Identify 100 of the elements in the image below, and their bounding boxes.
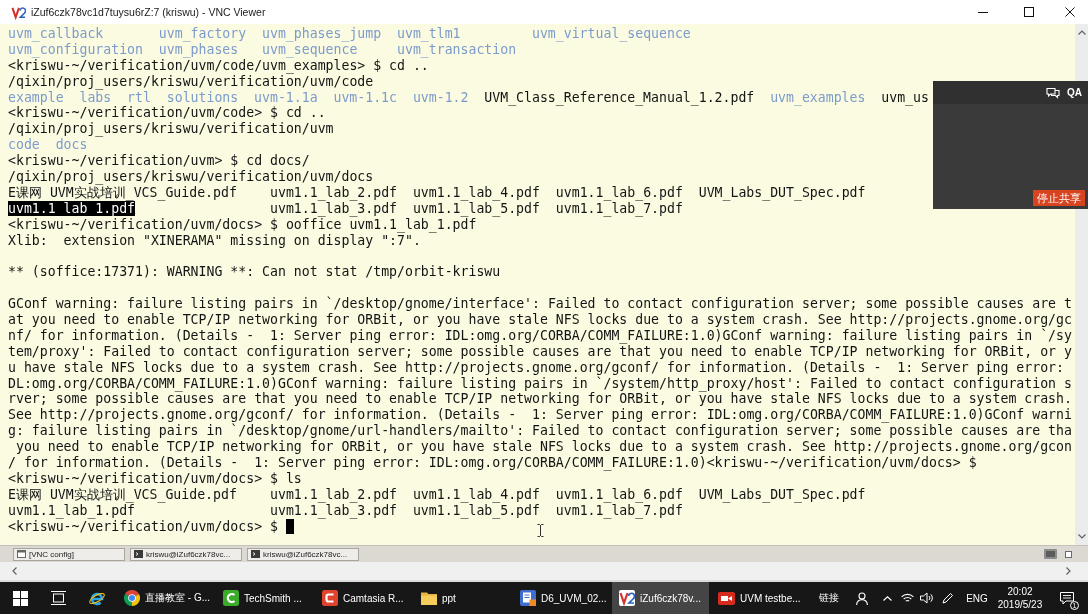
file-name: E课网 UVM实战培训_VCS_Guide.pdf (8, 184, 237, 200)
file-name: uvm1.1_lab_1.pdf (8, 502, 136, 518)
directory-name: uvm-1.1a (254, 89, 318, 105)
terminal-line: <kriswu-~/verification/uvm/docs> $ ooffice uvm1.1_lab_1.pdf (8, 216, 477, 233)
file-name: UVM_Labs_DUT_Spec.pdf (698, 486, 866, 502)
taskbar-app-button[interactable]: iZuf6czk78v... (612, 582, 709, 614)
folder-icon (421, 591, 437, 605)
wifi-icon[interactable] (901, 593, 914, 603)
terminal-line: /qixin/proj_users/kriswu/verification/uvm (8, 121, 334, 138)
terminal-icon (134, 550, 143, 558)
terminal-line: / for information. (Details - 1: Server ping error: IDL:omg.org/CORBA/COMM_FAILURE:1.0)<kriswu-~/verification/uvm/docs> $ (8, 455, 977, 471)
window-list-button[interactable]: kriswu@iZuf6czk78vc... (130, 547, 242, 561)
person-icon[interactable] (856, 591, 868, 605)
terminal-line: Xlib: extension "XINERAMA" missing on display ":7". (8, 232, 421, 249)
file-name: uvm1.1_lab_5.pdf (412, 502, 540, 518)
file-name: uvm1.1_lab_7.pdf (555, 200, 683, 216)
block-cursor-icon (285, 519, 294, 535)
language-button[interactable]: ENG (966, 592, 988, 604)
app-logo-icon (11, 4, 26, 20)
terminal-line: tem/proxy': Failed to contact configuration server; some possible causes are that you need to enable TCP/IP networking for ORBit, or y (8, 343, 1072, 360)
links-toolbar-label[interactable]: 链接 (819, 591, 839, 605)
document-icon (520, 590, 536, 606)
window-icon (17, 550, 26, 558)
close-icon (1065, 7, 1075, 17)
app-tile-icon (322, 590, 338, 606)
taskbar-app-button[interactable]: D6_UVM_02... (513, 582, 610, 614)
file-name: UVM_Labs_DUT_Spec.pdf (698, 184, 866, 200)
file-name: uvm1.1_lab_3.pdf (270, 200, 398, 216)
taskbar-app-button[interactable]: TechSmith ... (216, 582, 313, 614)
directory-name: uvm-1.1c (333, 89, 397, 105)
terminal-line: /qixin/proj_users/kriswu/verification/uvm/code (8, 73, 374, 90)
directory-name: uvm_sequence (262, 41, 358, 57)
scroll-left-icon (12, 567, 17, 575)
stop-sharing-button[interactable]: 停止共享 (1033, 190, 1085, 206)
clock-time: 20:02 (1007, 585, 1033, 598)
file-name: uvm1.1_lab_4.pdf (412, 486, 540, 502)
directory-name: labs (79, 89, 112, 105)
chevron-up-icon[interactable] (882, 595, 892, 601)
directory-name: uvm_transaction (397, 41, 517, 57)
file-name: uvm1.1_lab_2.pdf (270, 184, 398, 200)
directory-name: uvm_virtual_sequence (532, 26, 691, 41)
directory-name: uvm_factory (158, 26, 247, 41)
window-list-button[interactable]: [VNC config] (13, 547, 125, 561)
directory-name: uvm_examples (770, 89, 866, 105)
terminal-line: you need to enable TCP/IP networking for ORBit, or you have stale NFS locks due to a system crash. See http://projects.gnome.org/gcon (14, 439, 1072, 456)
speaker-icon[interactable] (919, 592, 933, 604)
file-name: uvm1.1_lab_4.pdf (412, 184, 540, 200)
square-icon[interactable] (1065, 550, 1072, 558)
terminal-line: DL:omg.org/CORBA/COMM_FAILURE:1.0)GConf warning: failure listing pairs in `/system/http_proxy/host': Failed to contact configuration s (8, 375, 1072, 392)
app-tile-icon (223, 590, 239, 606)
terminal-icon (251, 550, 260, 558)
terminal-line: at you need to enable TCP/IP networking for ORBit, or you have stale NFS locks due to a system crash. See http://projects.gnome.org/gc (8, 312, 1072, 328)
terminal-line: u have stale NFS locks due to a system crash. See http://projects.gnome.org/gconf/ for information. (Details - 1: Server ping error: (8, 359, 1064, 376)
file-name: UVM_Class_Reference_Manual_1.2.pdf (484, 89, 755, 105)
directory-name: rtl (127, 89, 151, 105)
terminal-line: See http://projects.gnome.org/gconf/ for information. (Details - 1: Server ping error: IDL:omg.org/CORBA/COMM_FAILURE:1.0)GConf warni (8, 407, 1072, 424)
scroll-down-icon (1077, 534, 1086, 539)
horizontal-scrollbar[interactable] (0, 562, 1088, 582)
taskbar-app-button[interactable]: ppt (414, 582, 511, 614)
file-name: uvm1.1_lab_2.pdf (270, 486, 398, 502)
terminal-line: <kriswu-~/verification/uvm/code> $ cd .. (8, 105, 326, 122)
file-name: uvm1.1_lab_5.pdf (412, 200, 540, 216)
app-logo-icon (619, 590, 635, 606)
file-name: uvm1.1_lab_7.pdf (555, 502, 683, 518)
i-beam-cursor-icon (537, 524, 544, 537)
file-name: uvm1.1_lab_6.pdf (555, 184, 683, 200)
terminal-line: g: failure listing pairs in `/desktop/gnome/url-handlers/mailto': Failed to contact configuration server; some possible causes are tha (8, 423, 1072, 440)
taskbar-app-button[interactable]: Camtasia R... (315, 582, 412, 614)
window-list-button[interactable]: kriswu@iZuf6czk78vc... (247, 547, 359, 561)
notification-icon[interactable] (1060, 591, 1074, 605)
terminal-line: /qixin/proj_users/kriswu/verification/uvm/docs (8, 169, 374, 185)
file-name: E课网 UVM实战培训_VCS_Guide.pdf (8, 486, 237, 502)
qa-button[interactable]: QA (1067, 86, 1082, 99)
chat-bubbles-icon[interactable] (1046, 86, 1060, 99)
directory-name: uvm_tlm1 (397, 26, 461, 41)
round-logo-icon (124, 590, 140, 606)
terminal-line: nf/ for information. (Details - 1: Server ping error: IDL:omg.org/CORBA/COMM_FAILURE:1.0)GConf warning: failure listing pairs in `/sy (8, 327, 1072, 344)
scroll-right-icon (1066, 567, 1071, 575)
task-view-icon[interactable] (50, 591, 66, 605)
directory-name: uvm_configuration (8, 41, 143, 57)
taskbar-app-button[interactable]: 直播教室 - G... (117, 582, 214, 614)
terminal-line: <kriswu-~/verification/uvm/code/uvm_examples> $ cd .. (8, 57, 429, 74)
directory-name: example (8, 89, 64, 105)
scroll-up-icon (1077, 30, 1086, 35)
terminal-line: <kriswu-~/verification/uvm> $ cd docs/ (8, 153, 310, 169)
file-name: uvm1.1_lab_3.pdf (270, 502, 398, 518)
screen-icon[interactable] (1044, 549, 1057, 559)
taskbar-app-button[interactable]: UVM testbe... (711, 582, 808, 614)
file-name: uvm_us (881, 89, 929, 105)
video-camera-icon (718, 591, 735, 605)
start-menu-icon[interactable] (12, 590, 28, 606)
directory-name: docs (55, 137, 88, 153)
terminal-line: GConf warning: failure listing pairs in `/desktop/gnome/interface': Failed to contact configuration server; some possible causes are t (8, 296, 1072, 313)
terminal-line: ** (soffice:17371): WARNING **: Can not stat /tmp/orbit-kriswu (8, 264, 501, 281)
directory-name: solutions (166, 89, 239, 105)
minimize-icon (978, 11, 988, 13)
terminal-line: <kriswu-~/verification/uvm/docs> $ (8, 518, 278, 535)
window-title: iZuf6czk78vc1d7tuysu6rZ:7 (kriswu) - VNC Viewer (31, 6, 266, 18)
pen-icon[interactable] (942, 592, 954, 604)
clock-date: 2019/5/23 (997, 598, 1043, 611)
